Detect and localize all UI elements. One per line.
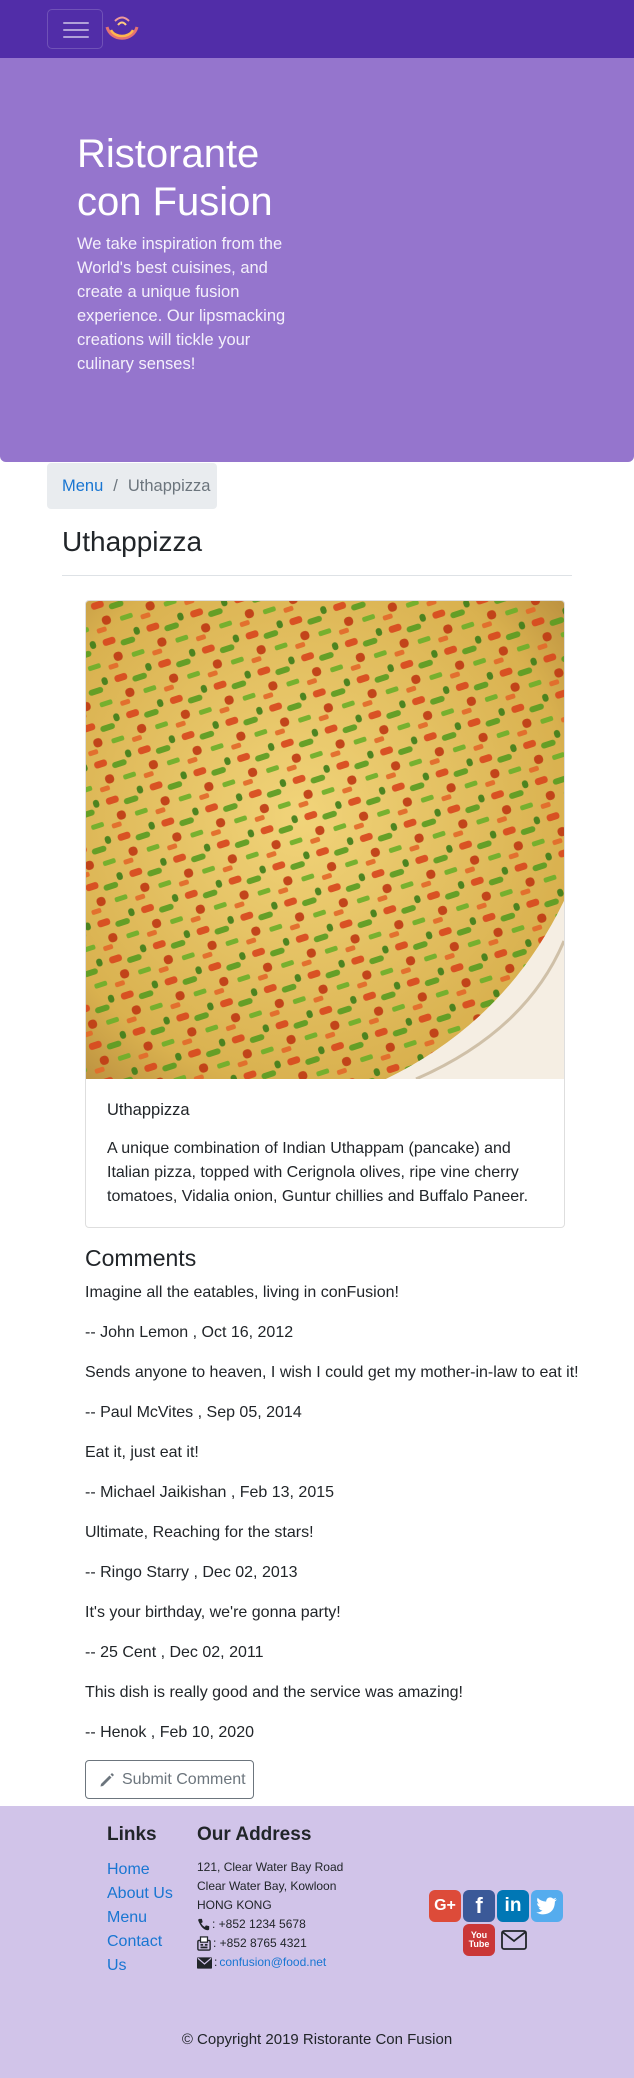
dish-name: Uthappizza: [107, 1101, 190, 1119]
dish-description: A unique combination of Indian Uthappam …: [107, 1140, 529, 1205]
address-heading: Our Address: [197, 1824, 312, 1845]
navbar: [0, 0, 634, 58]
hamburger-icon-bar: [63, 29, 89, 31]
comment-text: Eat it, just eat it!: [85, 1444, 199, 1461]
dish-card: Uthappizza A unique combination of India…: [85, 600, 565, 1228]
footer-links: Home About Us Menu Contact Us: [107, 1858, 177, 1978]
comment-text: Sends anyone to heaven, I wish I could g…: [85, 1364, 579, 1381]
comment-text: Ultimate, Reaching for the stars!: [85, 1524, 314, 1541]
fax-icon: [197, 1936, 211, 1951]
footer-link-home[interactable]: Home: [107, 1858, 177, 1882]
dish-image: [86, 601, 564, 1079]
page-title: Uthappizza: [62, 526, 203, 557]
facebook-label: f: [475, 1893, 483, 1918]
youtube-label: You Tube: [468, 1930, 490, 1949]
google-plus-label: G+: [434, 1897, 456, 1914]
fax-row: : +852 8765 4321: [197, 1934, 343, 1953]
footer: Links Home About Us Menu Contact Us Our …: [0, 1806, 634, 2078]
navbar-toggler-button[interactable]: [47, 9, 103, 49]
google-plus-icon[interactable]: G+: [429, 1890, 461, 1922]
address-line: HONG KONG: [197, 1898, 272, 1912]
restaurant-logo-icon[interactable]: [103, 12, 141, 48]
linkedin-icon[interactable]: in: [497, 1890, 529, 1922]
address-line: Clear Water Bay, Kowloon: [197, 1879, 337, 1893]
copyright-text: © Copyright 2019 Ristorante Con Fusion: [181, 2031, 453, 2048]
comments-heading: Comments: [85, 1245, 197, 1271]
phone-number: : +852 1234 5678: [212, 1917, 306, 1931]
comment-byline: -- Michael Jaikishan , Feb 13, 2015: [85, 1484, 335, 1501]
breadcrumb-current: Uthappizza: [127, 476, 211, 495]
comment-byline: -- 25 Cent , Dec 02, 2011: [85, 1644, 264, 1661]
envelope-outline-icon: [501, 1930, 527, 1950]
twitter-bird-icon: [536, 1897, 557, 1915]
phone-row: : +852 1234 5678: [197, 1915, 343, 1934]
twitter-icon[interactable]: [531, 1890, 563, 1922]
restaurant-title: Ristorante con Fusion: [77, 132, 273, 224]
breadcrumb: Menu / Uthappizza: [47, 463, 217, 509]
comment-byline: -- Paul McVites , Sep 05, 2014: [85, 1404, 302, 1421]
envelope-icon: [197, 1956, 212, 1969]
footer-link-about[interactable]: About Us: [107, 1882, 177, 1906]
jumbotron: Ristorante con Fusion We take inspiratio…: [0, 58, 634, 462]
pencil-icon: [100, 1772, 114, 1786]
restaurant-description: We take inspiration from the World's bes…: [77, 235, 286, 373]
divider: [62, 575, 572, 576]
fax-number: : +852 8765 4321: [213, 1936, 307, 1950]
hamburger-icon-bar: [63, 36, 89, 38]
comment-byline: -- John Lemon , Oct 16, 2012: [85, 1324, 294, 1341]
footer-link-menu[interactable]: Menu: [107, 1906, 177, 1930]
address-block: 121, Clear Water Bay Road Clear Water Ba…: [197, 1858, 343, 1972]
breadcrumb-separator: /: [113, 476, 118, 495]
links-heading: Links: [107, 1824, 157, 1845]
youtube-icon[interactable]: You Tube: [463, 1924, 495, 1956]
linkedin-label: in: [504, 1895, 522, 1916]
email-link[interactable]: confusion@food.net: [219, 1953, 326, 1972]
phone-icon: [198, 1918, 210, 1931]
footer-link-contact[interactable]: Contact Us: [107, 1930, 177, 1978]
submit-comment-button[interactable]: Submit Comment: [85, 1760, 254, 1799]
submit-comment-label: Submit Comment: [122, 1770, 246, 1788]
comment-byline: -- Ringo Starry , Dec 02, 2013: [85, 1564, 298, 1581]
facebook-icon[interactable]: f: [463, 1890, 495, 1922]
mail-icon[interactable]: [498, 1924, 530, 1956]
email-row: : confusion@food.net: [197, 1953, 343, 1972]
breadcrumb-menu-link[interactable]: Menu: [62, 477, 103, 496]
address-line: 121, Clear Water Bay Road: [197, 1860, 344, 1874]
comment-byline: -- Henok , Feb 10, 2020: [85, 1724, 254, 1741]
comment-text: It's your birthday, we're gonna party!: [85, 1604, 341, 1621]
comment-text: This dish is really good and the service…: [85, 1684, 463, 1701]
email-prefix: :: [214, 1955, 218, 1969]
hamburger-icon: [63, 22, 89, 24]
comment-text: Imagine all the eatables, living in conF…: [85, 1284, 399, 1301]
